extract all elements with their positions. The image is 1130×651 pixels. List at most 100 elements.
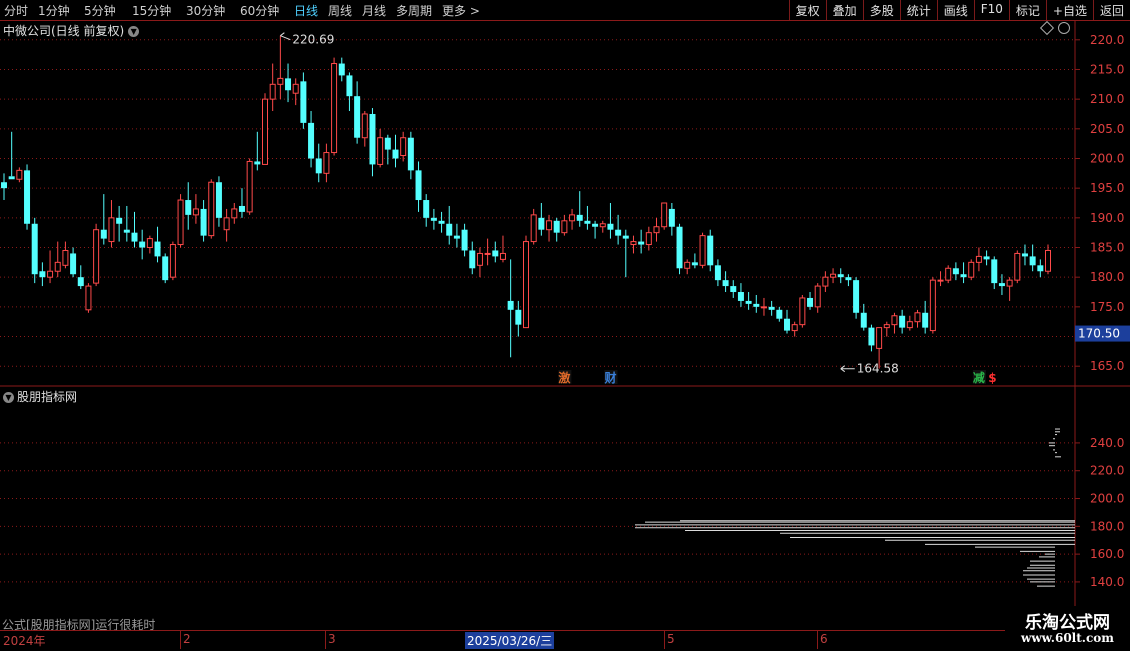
draw-line-button[interactable]: 画线 [936,0,974,20]
candle-body [231,208,238,219]
circle-icon[interactable] [1058,22,1070,34]
candle-body [530,214,537,243]
timeline-label: 5 [667,632,675,646]
candle-body [277,77,284,85]
candle-body [914,312,921,323]
candle-body [853,280,860,313]
candle-body [85,285,92,311]
timeline-label: 2024年 [3,634,46,648]
candle-body [438,220,445,224]
tab-more[interactable]: 更多 > [442,2,480,19]
candle-body [238,205,245,212]
statistics-button[interactable]: 统计 [899,0,937,20]
candle-body [814,285,821,308]
chart-canvas[interactable]: 220.0 215.0 210.0 205.0 200.0 195.0 190.0 185.0… [0,20,1130,630]
tab-1min[interactable]: 1分钟 [38,2,70,19]
tab-monthly[interactable]: 月线 [362,2,386,19]
candle-body [154,241,161,257]
candle-body [308,122,315,159]
indicator-tick-label: 200.0 [1090,492,1124,506]
candle-body [615,229,622,236]
candle-body [185,200,192,215]
candle-body [315,158,322,174]
timeline-tick [664,631,665,649]
tab-60min[interactable]: 60分钟 [240,2,279,19]
candle-body [8,176,15,180]
event-marker[interactable]: 减 [973,370,985,385]
tab-5min[interactable]: 5分钟 [84,2,116,19]
adjust-button[interactable]: 复权 [788,0,826,20]
period-toolbar: 分时 1分钟 5分钟 15分钟 30分钟 60分钟 日线 周线 月线 多周期 更… [0,0,1130,21]
mark-button[interactable]: 标记 [1008,0,1046,20]
tab-weekly[interactable]: 周线 [328,2,352,19]
tab-daily[interactable]: 日线 [294,2,318,19]
event-marker[interactable]: $ [988,371,996,385]
candle-body [791,324,798,332]
candle-body [123,229,130,233]
candle-body [476,252,483,266]
event-marker[interactable]: 财 [603,370,616,385]
candle-body [116,217,123,224]
main-pane-title: 中微公司(日线 前复权) ▼ [3,22,140,39]
candle-body [699,235,706,266]
timeline-label: 3 [328,632,336,646]
chevron-down-icon[interactable]: ▼ [3,392,14,403]
candle-body [331,63,338,154]
candle-body [223,217,230,231]
candle-body [139,241,146,248]
candle-body [507,300,514,310]
tab-30min[interactable]: 30分钟 [186,2,225,19]
candle-body [131,232,138,242]
candle-body [31,223,38,275]
chevron-down-icon[interactable]: ▼ [128,26,140,37]
price-tick-label: 185.0 [1090,241,1124,255]
candle-body [177,199,184,246]
indicator-pane-title: ▼ 股朋指标网 [3,388,77,405]
event-marker[interactable]: 激 [558,370,570,385]
add-watchlist-button[interactable]: +自选 [1045,0,1093,20]
candle-body [523,241,529,329]
timeline-axis[interactable]: 2024年 2 3 5 6 2025/03/26/三 [0,630,1075,651]
candle-body [776,309,783,319]
candle-body [561,220,568,234]
candle-body [323,152,330,174]
indicator-tick-label: 140.0 [1090,575,1124,589]
tab-intraday[interactable]: 分时 [4,2,28,19]
candle-body [945,267,952,281]
candle-body [1029,256,1036,266]
price-tick-label: 180.0 [1090,270,1124,284]
overlay-button[interactable]: 叠加 [825,0,863,20]
candle-body [338,63,345,76]
candle-body [1014,252,1021,281]
candle-body [1045,249,1051,272]
candle-body [922,312,929,328]
multi-stock-button[interactable]: 多股 [862,0,900,20]
candle-body [622,235,629,239]
candle-body [16,169,23,180]
tab-multi-period[interactable]: 多周期 [396,2,432,19]
candle-body [400,137,407,157]
timeline-tick [325,631,326,649]
watermark: 乐淘公式网 www.60lt.com [1005,606,1130,650]
candle-body [169,244,176,278]
candle-body [246,160,253,213]
indicator-tick-label: 180.0 [1090,519,1124,533]
candle-body [354,96,361,138]
candle-body [730,286,737,293]
candle-body [691,262,698,266]
candle-body [47,270,54,278]
candle-body [906,321,913,329]
candle-body [807,297,814,307]
candle-body [492,250,499,257]
candle-body [285,78,292,91]
candle-body [70,253,77,275]
candle-body [676,226,683,269]
back-button[interactable]: 返回 [1092,0,1130,20]
candle-body [668,208,675,227]
candle-body [146,238,153,249]
candle-body [753,303,760,307]
price-tick-label: 215.0 [1090,62,1124,76]
candle-body [192,208,199,216]
f10-button[interactable]: F10 [973,0,1009,20]
tab-15min[interactable]: 15分钟 [132,2,171,19]
